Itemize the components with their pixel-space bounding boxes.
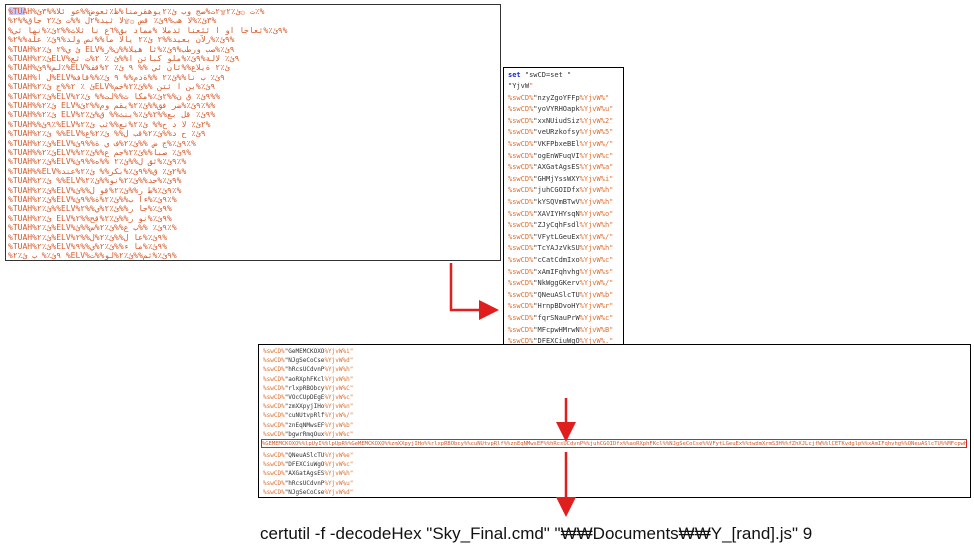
arrow-to-vars (449, 263, 499, 320)
flow-arrows (449, 263, 576, 517)
certutil-command-caption: certutil -f -decodeHex "Sky_Final.cmd" "… (260, 524, 813, 543)
